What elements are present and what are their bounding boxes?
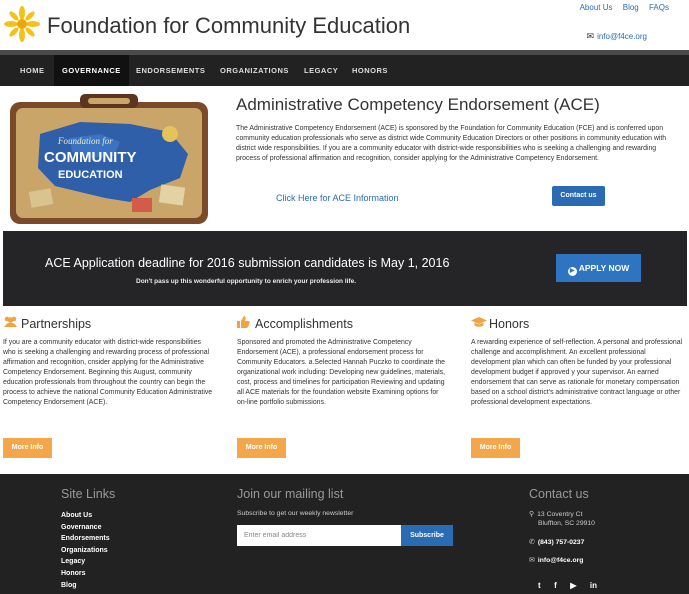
twitter-icon[interactable]: t [538,581,541,590]
logo-icon[interactable] [4,6,40,42]
honors-column: Honors A rewarding experience of self-re… [471,315,686,458]
mailing-list-subtitle: Subscribe to get our weekly newsletter [237,510,354,517]
site-links-title: Site Links [61,487,116,501]
page-title: Administrative Competency Endorsement (A… [236,95,600,114]
header-email-text[interactable]: info@f4ce.org [597,32,647,41]
linkedin-icon[interactable]: in [590,581,597,590]
nav-legacy[interactable]: LEGACY [304,55,338,86]
honors-title: Honors [489,316,530,331]
footer-email-text: info@f4ce.org [537,557,584,564]
partnerships-text: If you are a community educator with dis… [3,339,213,406]
deadline-banner: ACE Application deadline for 2016 submis… [3,231,687,306]
top-link-about-us[interactable]: About Us [580,3,613,12]
image-text-mid: COMMUNITY [44,149,137,166]
image-text-top: Foundation for [57,136,113,146]
mailing-list-title: Join our mailing list [237,487,344,501]
address-line-1: ⚲ 13 Coventry Ct [529,510,582,518]
phone-icon: ✆ [529,539,535,546]
site-header: Foundation for Community Education About… [0,0,689,50]
honors-more-info-button[interactable]: More Info [471,438,520,458]
partnerships-more-info-button[interactable]: More Info [3,438,52,458]
header-email[interactable]: ✉ info@f4ce.org [587,31,647,42]
partnerships-title: Partnerships [21,316,92,331]
address-line-2: Bluffton, SC 29910 [538,520,595,527]
top-link-faqs[interactable]: FAQs [649,3,669,12]
footer-link-legacy[interactable]: Legacy [61,556,110,568]
accomplishments-more-info-button[interactable]: More Info [237,438,286,458]
nav-home[interactable]: HOME [20,55,45,86]
partnerships-header: Partnerships [3,315,213,335]
nav-honors[interactable]: HONORS [352,55,388,86]
footer-phone-text: (843) 757-0237 [537,539,585,546]
contact-us-button[interactable]: Contact us [552,186,605,206]
apply-now-label: APPLY NOW [578,263,630,273]
play-circle-icon: ▶ [567,267,577,276]
banner-subtitle: Don't pass up this wonderful opportunity… [136,278,357,285]
top-links: About Us Blog FAQs [572,3,669,12]
facebook-icon[interactable]: f [554,581,557,590]
honors-text: A rewarding experience of self-reflectio… [471,339,683,406]
youtube-icon[interactable]: ▶ [570,581,576,590]
honors-header: Honors [471,315,686,335]
subscribe-button[interactable]: Subscribe [401,525,453,546]
footer-site-links: About Us Governance Endorsements Organiz… [61,510,110,591]
banner-title: ACE Application deadline for 2016 submis… [45,256,450,270]
nav-governance[interactable]: GOVERNANCE [54,55,129,86]
site-footer: Site Links About Us Governance Endorseme… [0,474,689,594]
envelope-icon: ✉ [586,31,595,41]
footer-link-endorsements[interactable]: Endorsements [61,533,110,545]
map-marker-icon: ⚲ [529,511,535,518]
image-text-bottom: EDUCATION [58,169,123,181]
suitcase-map-image: Foundation for COMMUNITY EDUCATION [10,94,208,224]
nav-organizations[interactable]: ORGANIZATIONS [220,55,289,86]
footer-link-governance[interactable]: Governance [61,522,110,534]
footer-email[interactable]: ✉ info@f4ce.org [529,556,583,564]
newsletter-email-input[interactable] [237,525,401,546]
thumbs-up-icon [237,316,255,331]
footer-link-honors[interactable]: Honors [61,568,110,580]
footer-phone[interactable]: ✆ (843) 757-0237 [529,538,584,546]
accomplishments-title: Accomplishments [255,316,353,331]
site-title[interactable]: Foundation for Community Education [47,13,410,39]
partnerships-column: Partnerships If you are a community educ… [3,315,213,458]
footer-link-organizations[interactable]: Organizations [61,545,110,557]
ace-info-link[interactable]: Click Here for ACE Information [276,193,399,203]
accomplishments-column: Accomplishments Sponsored and promoted t… [237,315,447,458]
accomplishments-text: Sponsored and promoted the Administrativ… [237,339,445,406]
apply-now-button[interactable]: ▶ APPLY NOW [556,254,641,282]
users-icon [3,316,21,331]
address-line-1-text: 13 Coventry Ct [537,511,583,518]
top-link-blog[interactable]: Blog [623,3,639,12]
graduation-cap-icon [471,316,489,331]
envelope-icon: ✉ [529,557,535,564]
hero-description: The Administrative Competency Endorsemen… [236,125,667,162]
accomplishments-header: Accomplishments [237,315,447,335]
social-links: t f ▶ in [538,575,606,593]
main-nav: HOME GOVERNANCE ENDORSEMENTS ORGANIZATIO… [0,50,689,86]
contact-us-title: Contact us [529,487,589,501]
footer-link-blog[interactable]: Blog [61,580,110,592]
nav-endorsements[interactable]: ENDORSEMENTS [136,55,205,86]
footer-link-about-us[interactable]: About Us [61,510,110,522]
